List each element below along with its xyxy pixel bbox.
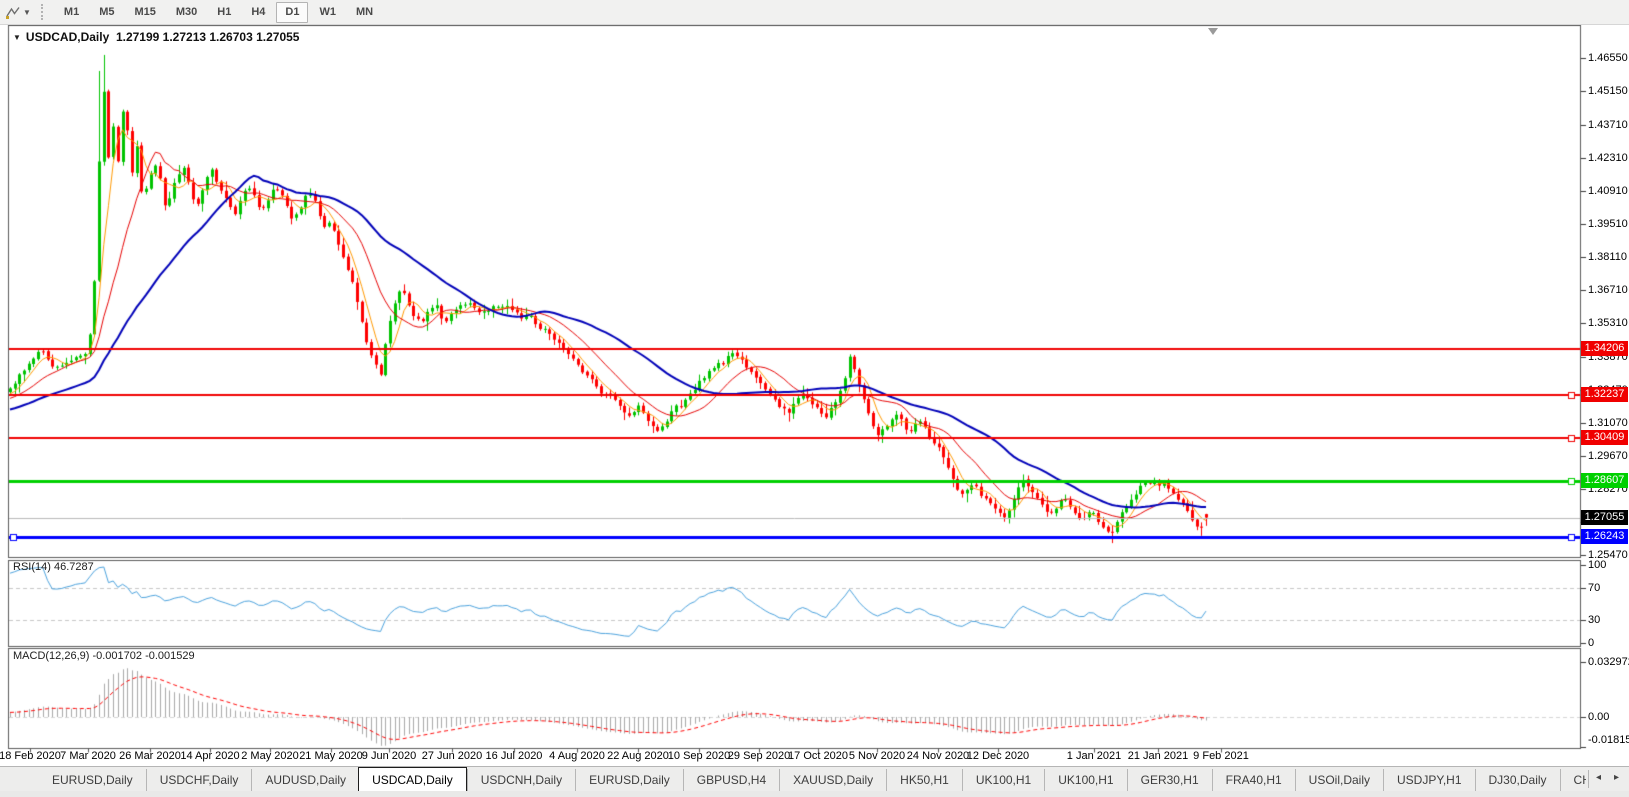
chart-tab-usdcnh-daily[interactable]: USDCNH,Daily bbox=[467, 769, 575, 792]
timeframe-button-h1[interactable]: H1 bbox=[208, 2, 240, 23]
status-strip bbox=[0, 791, 1629, 797]
chart-tab-eurusd-daily[interactable]: EURUSD,Daily bbox=[575, 769, 683, 792]
hline-price-badge: 1.34206 bbox=[1581, 341, 1628, 356]
chart-tab-audusd-daily[interactable]: AUDUSD,Daily bbox=[251, 769, 359, 792]
toolbar-grip bbox=[41, 4, 46, 20]
timeframe-button-d1[interactable]: D1 bbox=[276, 2, 308, 23]
chart-tab-fra40-h1[interactable]: FRA40,H1 bbox=[1212, 769, 1295, 792]
current-price-badge: 1.27055 bbox=[1581, 510, 1628, 525]
chart-title: ▼ USDCAD,Daily 1.27199 1.27213 1.26703 1.… bbox=[13, 30, 299, 44]
timeframe-button-m5[interactable]: M5 bbox=[90, 2, 123, 23]
macd-indicator-label: MACD(12,26,9) -0.001702 -0.001529 bbox=[13, 650, 195, 662]
chart-tab-gbpusd-h4[interactable]: GBPUSD,H4 bbox=[683, 769, 779, 792]
timeframe-bar: M1M5M15M30H1H4D1W1MN bbox=[54, 2, 383, 23]
chart-tab-uk100-h1[interactable]: UK100,H1 bbox=[1044, 769, 1126, 792]
chart-tab-xauusd-daily[interactable]: XAUUSD,Daily bbox=[779, 769, 886, 792]
rsi-indicator-label: RSI(14) 46.7287 bbox=[13, 561, 94, 573]
hline-price-badge: 1.28607 bbox=[1581, 473, 1628, 488]
tab-scroll-right-icon[interactable]: ▸ bbox=[1614, 772, 1619, 783]
tabbar-divider bbox=[1588, 770, 1589, 788]
chart-tab-eurusd-daily[interactable]: EURUSD,Daily bbox=[38, 769, 146, 792]
top-toolbar: ▼ M1M5M15M30H1H4D1W1MN bbox=[0, 0, 1629, 25]
timeframe-button-w1[interactable]: W1 bbox=[310, 2, 345, 23]
timeframe-button-h4[interactable]: H4 bbox=[242, 2, 274, 23]
timeframe-button-mn[interactable]: MN bbox=[347, 2, 382, 23]
chart-tab-usdchf-daily[interactable]: USDCHF,Daily bbox=[146, 769, 252, 792]
chart-tabs: EURUSD,DailyUSDCHF,DailyAUDUSD,DailyUSDC… bbox=[0, 767, 1586, 792]
chart-shift-marker[interactable] bbox=[1208, 28, 1218, 35]
chart-tab-usdcad-daily[interactable]: USDCAD,Daily bbox=[358, 767, 467, 792]
timeframe-button-m15[interactable]: M15 bbox=[125, 2, 164, 23]
date-axis[interactable] bbox=[0, 748, 1580, 766]
pointer-tool-icon[interactable] bbox=[4, 3, 22, 21]
chart-tab-ger30-h1[interactable]: GER30,H1 bbox=[1127, 769, 1212, 792]
hline-price-badge: 1.26243 bbox=[1581, 529, 1628, 544]
chart-tab-usoil-daily[interactable]: USOil,Daily bbox=[1295, 769, 1383, 792]
chart-tab-hk50-h1[interactable]: HK50,H1 bbox=[886, 769, 962, 792]
chart-tab-china300-h1[interactable]: CHINA300,H1 bbox=[1560, 769, 1586, 792]
chart-collapse-icon[interactable]: ▼ bbox=[13, 33, 21, 42]
hline-price-badge: 1.32237 bbox=[1581, 387, 1628, 402]
chevron-down-icon[interactable]: ▼ bbox=[23, 8, 31, 17]
chart-tab-dj30-daily[interactable]: DJ30,Daily bbox=[1475, 769, 1560, 792]
timeframe-button-m30[interactable]: M30 bbox=[167, 2, 206, 23]
hline-price-badge: 1.30409 bbox=[1581, 430, 1628, 445]
chart-symbol-period: USDCAD,Daily bbox=[26, 30, 109, 44]
timeframe-button-m1[interactable]: M1 bbox=[55, 2, 88, 23]
chart-tab-bar: EURUSD,DailyUSDCHF,DailyAUDUSD,DailyUSDC… bbox=[0, 766, 1629, 791]
chart-tab-usdjpy-h1[interactable]: USDJPY,H1 bbox=[1383, 769, 1474, 792]
chart-ohlc-values: 1.27199 1.27213 1.26703 1.27055 bbox=[116, 30, 300, 44]
tab-scroll-left-icon[interactable]: ◂ bbox=[1596, 772, 1601, 783]
chart-tab-uk100-h1[interactable]: UK100,H1 bbox=[962, 769, 1044, 792]
chart-canvas[interactable] bbox=[0, 25, 1629, 760]
